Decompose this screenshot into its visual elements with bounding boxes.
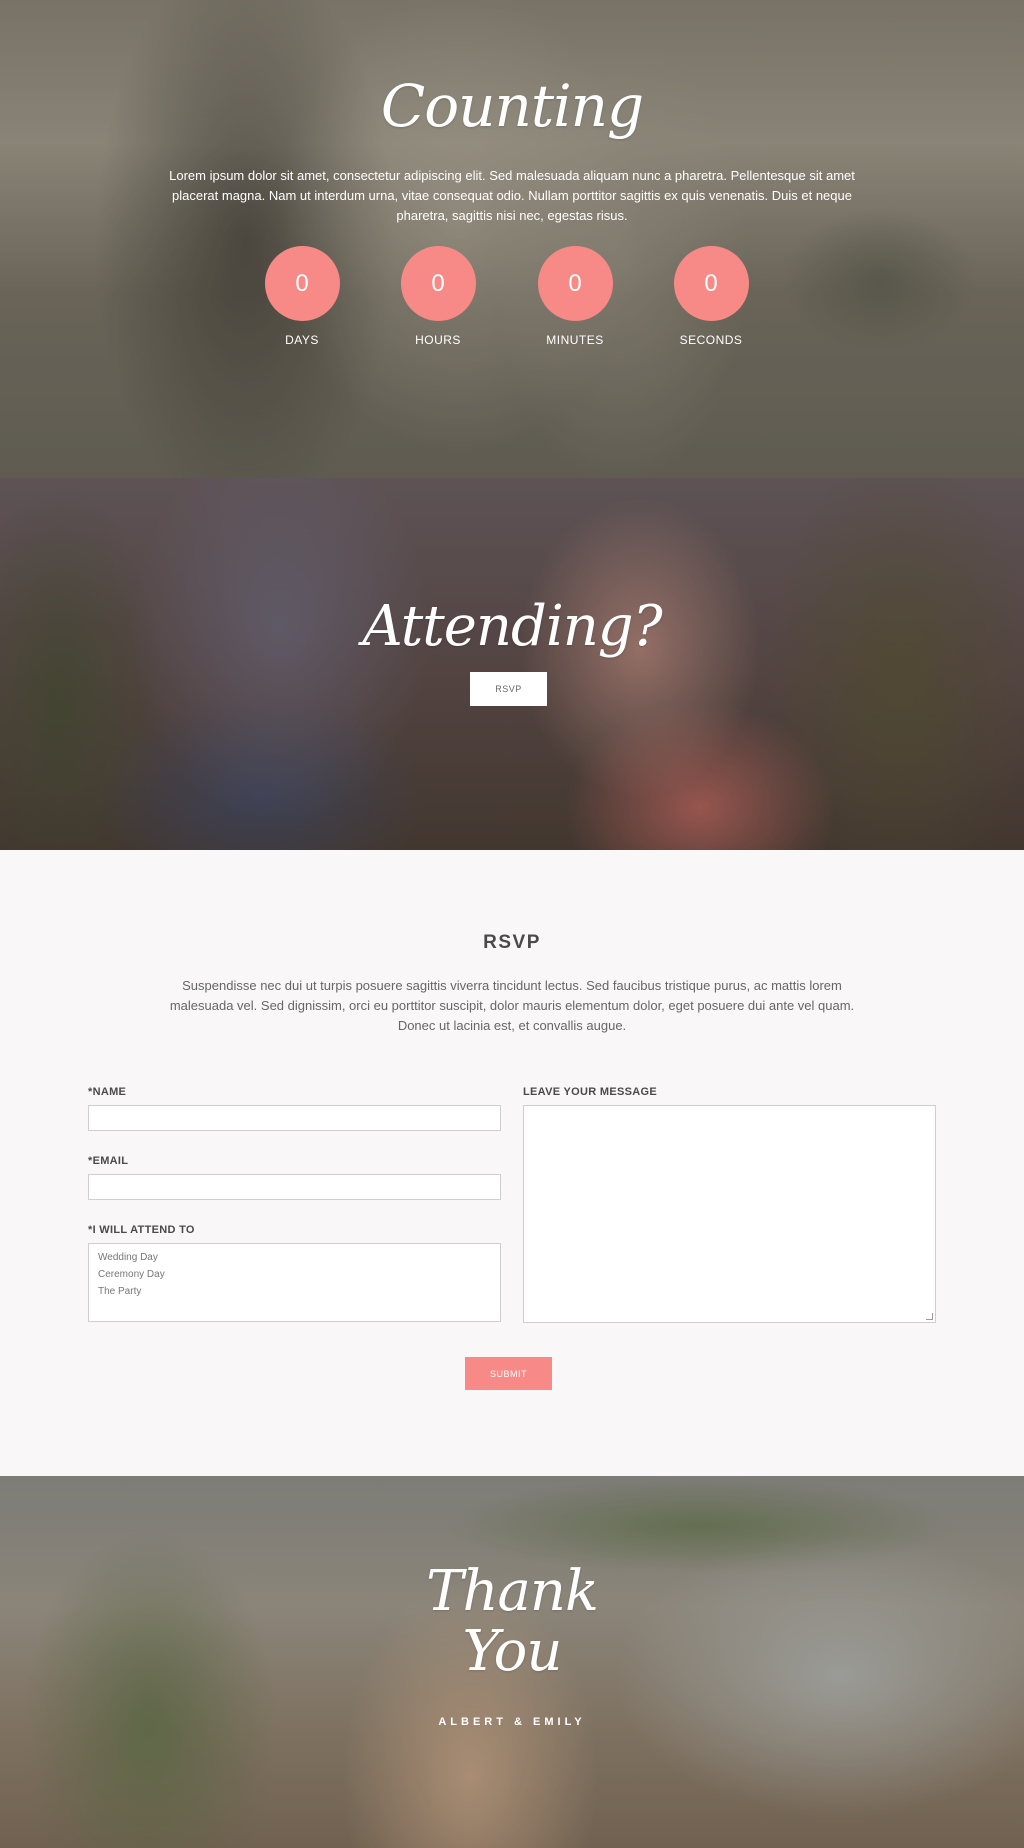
resize-handle-icon[interactable]	[926, 1313, 933, 1320]
countdown-minutes-value: 0	[537, 246, 613, 321]
attending-section: Attending? RSVP	[0, 478, 1024, 850]
countdown-title: Counting	[380, 72, 644, 140]
thank-you-section: Thank You ALBERT & EMILY	[0, 1476, 1024, 1848]
attend-option-the-party[interactable]: The Party	[98, 1283, 491, 1300]
email-label: *EMAIL	[88, 1155, 129, 1167]
couple-names: ALBERT & EMILY	[438, 1716, 586, 1728]
countdown-hours-label: HOURS	[415, 333, 461, 347]
rsvp-heading: RSVP	[483, 932, 541, 953]
name-label: *NAME	[88, 1086, 127, 1098]
attend-option-ceremony-day[interactable]: Ceremony Day	[98, 1266, 491, 1283]
thank-you-title-line2: You	[462, 1619, 563, 1684]
submit-button[interactable]: SUBMIT	[465, 1357, 552, 1390]
attend-label: *I WILL ATTEND TO	[88, 1224, 195, 1236]
email-input[interactable]	[88, 1174, 501, 1200]
attend-select[interactable]: Wedding Day Ceremony Day The Party	[88, 1243, 501, 1322]
countdown-days: 0 DAYS	[247, 246, 357, 347]
countdown-description: Lorem ipsum dolor sit amet, consectetur …	[169, 168, 855, 223]
name-input[interactable]	[88, 1105, 501, 1131]
thank-you-title-line1: Thank	[426, 1559, 599, 1624]
countdown-seconds: 0 SECONDS	[656, 246, 766, 347]
countdown-minutes-label: MINUTES	[546, 333, 604, 347]
message-textarea[interactable]	[523, 1105, 936, 1323]
countdown-hours: 0 HOURS	[383, 246, 493, 347]
countdown-seconds-value: 0	[673, 246, 749, 321]
rsvp-intro: Suspendisse nec dui ut turpis posuere sa…	[169, 978, 855, 1033]
countdown-hours-value: 0	[400, 246, 476, 321]
countdown-section: Counting Lorem ipsum dolor sit amet, con…	[0, 0, 1024, 478]
countdown-days-label: DAYS	[285, 333, 319, 347]
rsvp-button[interactable]: RSVP	[470, 672, 547, 706]
countdown-days-value: 0	[264, 246, 340, 321]
countdown-minutes: 0 MINUTES	[520, 246, 630, 347]
attend-option-wedding-day[interactable]: Wedding Day	[98, 1249, 491, 1266]
rsvp-section: RSVP Suspendisse nec dui ut turpis posue…	[0, 850, 1024, 1476]
attending-title: Attending?	[362, 594, 662, 659]
message-label: LEAVE YOUR MESSAGE	[523, 1086, 657, 1098]
countdown-seconds-label: SECONDS	[679, 333, 743, 347]
